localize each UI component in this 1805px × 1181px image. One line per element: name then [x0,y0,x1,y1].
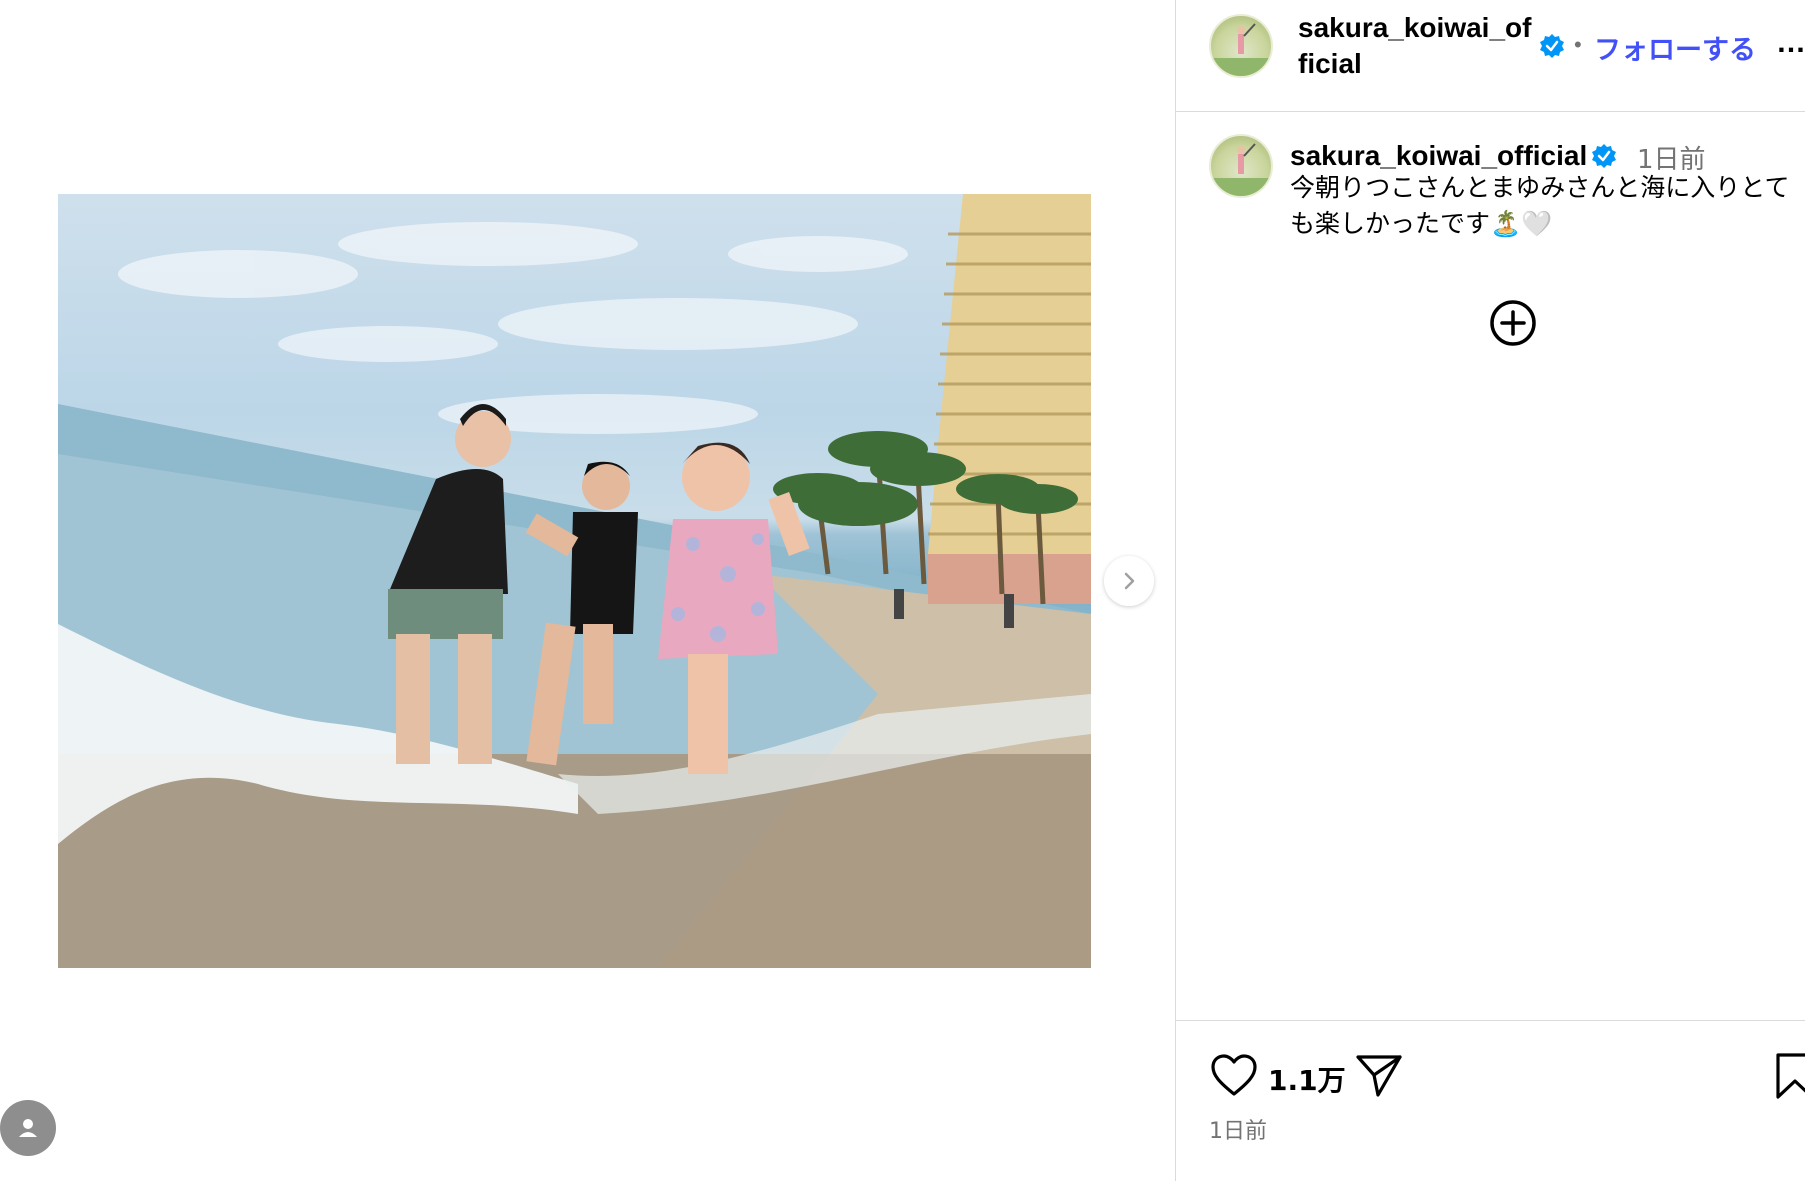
post-timestamp[interactable]: 1日前 [1209,1113,1267,1145]
beach-photo-illustration [58,194,1091,968]
verified-badge-icon [1539,33,1565,59]
paper-plane-icon [1356,1055,1402,1097]
post-actions: 1.1万 1日前 [1176,1020,1805,1181]
verified-badge-icon [1591,143,1617,169]
like-button[interactable] [1209,1051,1259,1101]
add-comment-button[interactable] [1488,298,1538,348]
next-photo-button[interactable] [1104,556,1154,606]
caption-text: 今朝りつこさんとまゆみさんと海に入りとても楽しかったです🏝️🤍 [1290,173,1790,238]
save-button[interactable] [1770,1051,1805,1101]
post-header: sakura_koiwai_official • フォローする … [1176,0,1805,112]
instagram-post-view: sakura_koiwai_official • フォローする … sakura… [0,0,1805,1181]
chevron-right-icon [1124,572,1135,590]
user-silhouette-icon [19,1119,37,1137]
profile-avatar[interactable] [1209,14,1273,78]
share-button[interactable] [1354,1051,1404,1101]
bookmark-icon [1776,1053,1805,1099]
like-count[interactable]: 1.1万 [1268,1059,1346,1099]
separator-dot: • [1574,32,1582,57]
post-photo[interactable] [58,194,1091,968]
post-side-panel: sakura_koiwai_official • フォローする … sakura… [1175,0,1805,1181]
follow-button[interactable]: フォローする [1594,28,1756,67]
user-avatar-button[interactable] [0,1100,56,1156]
media-pane [0,0,1175,1181]
header-username[interactable]: sakura_koiwai_official [1298,10,1538,82]
heart-icon [1211,1054,1257,1096]
caption-username[interactable]: sakura_koiwai_official [1290,138,1587,174]
add-circle-icon [1490,300,1536,346]
caption-avatar[interactable] [1209,134,1273,198]
golfer-avatar-image [1211,23,1271,76]
golfer-avatar-image [1211,143,1271,196]
more-options-button[interactable]: … [1776,26,1805,60]
clouds [118,222,908,434]
